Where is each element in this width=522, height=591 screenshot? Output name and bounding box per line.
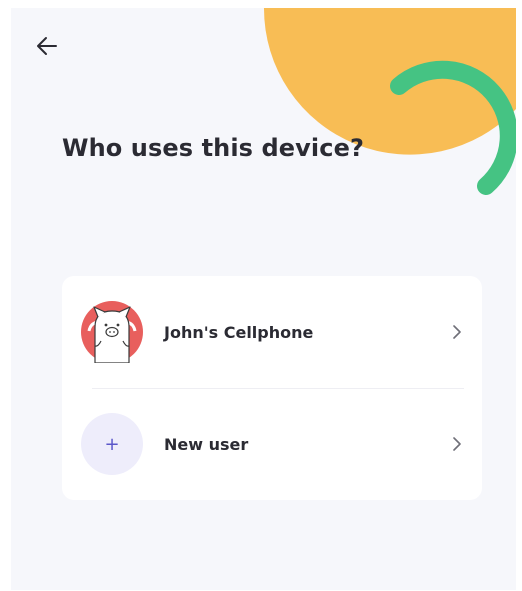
chevron-right-icon <box>453 325 461 339</box>
screen: Who uses this device? John's Cellphone +… <box>11 8 516 590</box>
arrow-left-icon <box>37 37 57 55</box>
pig-avatar-icon <box>81 301 143 363</box>
chevron-right-icon <box>453 437 461 451</box>
back-button[interactable] <box>31 30 63 62</box>
page-title: Who uses this device? <box>62 134 364 162</box>
new-user-label: New user <box>164 434 249 454</box>
user-list-card: John's Cellphone + New user <box>62 276 482 500</box>
user-row-johns-cellphone[interactable]: John's Cellphone <box>62 276 482 388</box>
plus-icon: + <box>104 433 120 455</box>
new-user-row[interactable]: + New user <box>62 388 482 500</box>
user-name: John's Cellphone <box>164 322 314 342</box>
new-user-avatar: + <box>81 413 143 475</box>
decorative-shapes <box>263 8 516 195</box>
user-avatar <box>81 301 143 363</box>
